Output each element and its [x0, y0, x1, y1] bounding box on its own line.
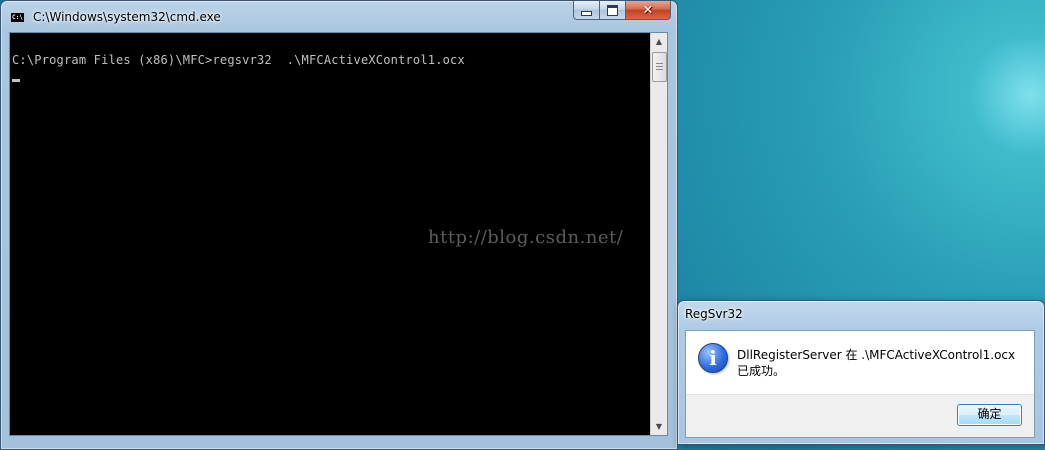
- thumb-grip: [656, 69, 663, 70]
- dialog-body: i DllRegisterServer 在 .\MFCActiveXContro…: [685, 330, 1035, 438]
- cmd-icon[interactable]: C:\: [10, 12, 25, 23]
- minimize-icon: [581, 10, 592, 16]
- console-command-line: C:\Program Files (x86)\MFC>regsvr32 .\MF…: [12, 53, 465, 67]
- window-title: C:\Windows\system32\cmd.exe: [33, 10, 221, 24]
- cmd-window[interactable]: C:\ C:\Windows\system32\cmd.exe ✕ C:\Pro…: [0, 0, 678, 450]
- cmd-titlebar[interactable]: C:\ C:\Windows\system32\cmd.exe ✕: [1, 1, 677, 31]
- caption-buttons: ✕: [573, 1, 671, 21]
- close-button[interactable]: ✕: [626, 1, 671, 20]
- maximize-button[interactable]: [600, 1, 626, 20]
- maximize-icon: [607, 4, 618, 16]
- thumb-grip: [656, 66, 663, 67]
- scroll-thumb[interactable]: [652, 52, 667, 82]
- vertical-scrollbar[interactable]: ▲ ▼: [650, 33, 667, 435]
- dialog-title: RegSvr32: [685, 307, 743, 321]
- scroll-up-icon[interactable]: ▲: [651, 33, 667, 50]
- console-output[interactable]: C:\Program Files (x86)\MFC>regsvr32 .\MF…: [9, 32, 668, 436]
- close-icon: ✕: [642, 2, 654, 18]
- text-cursor: [12, 79, 20, 82]
- information-icon: i: [698, 343, 728, 373]
- regsvr32-dialog[interactable]: RegSvr32 i DllRegisterServer 在 .\MFCActi…: [677, 300, 1045, 445]
- thumb-grip: [656, 63, 663, 64]
- minimize-button[interactable]: [573, 1, 600, 20]
- watermark: http://blog.csdn.net/: [428, 227, 624, 248]
- dialog-message: DllRegisterServer 在 .\MFCActiveXControl1…: [737, 348, 1016, 378]
- ok-button[interactable]: 确定: [957, 404, 1022, 426]
- scroll-down-icon[interactable]: ▼: [651, 418, 667, 435]
- dialog-footer: 确定: [686, 394, 1034, 437]
